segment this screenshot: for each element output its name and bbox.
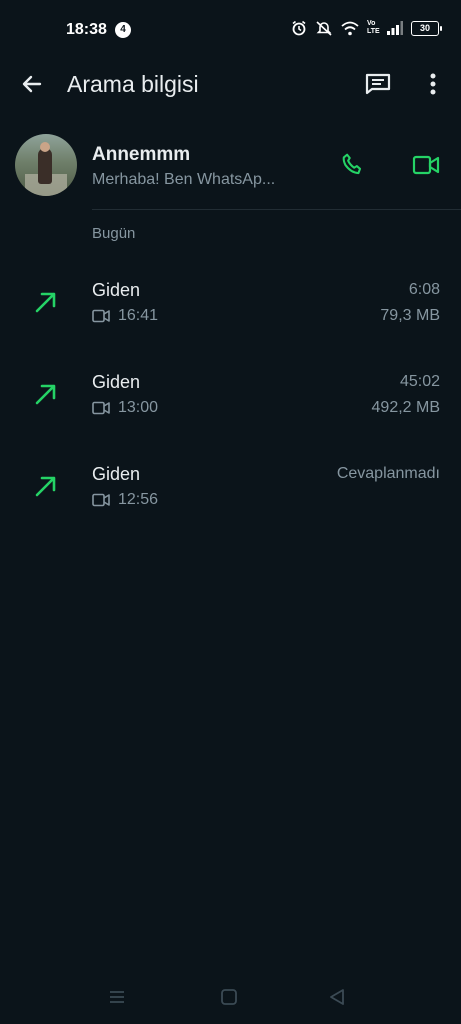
menu-icon[interactable] [106, 986, 128, 1008]
message-icon [365, 73, 391, 95]
call-status: Cevaplanmadı [336, 465, 440, 482]
battery-icon: 30 [411, 20, 442, 36]
status-bar: 18:38 4 Vo LTE 30 [0, 0, 461, 60]
mute-bell-icon [316, 21, 332, 36]
call-data-size: 492,2 MB [371, 399, 440, 416]
home-icon[interactable] [218, 986, 240, 1008]
signal-icon [387, 21, 403, 35]
wifi-icon [341, 21, 359, 35]
call-meta: 13:00 [92, 399, 158, 417]
status-time: 18:38 [66, 21, 107, 38]
call-time: 16:41 [118, 307, 159, 324]
outgoing-arrow-icon [35, 476, 56, 497]
outgoing-arrow-icon [35, 384, 56, 405]
video-small-icon [92, 493, 110, 507]
notification-count-badge: 4 [115, 22, 131, 38]
call-direction: Giden [92, 464, 141, 484]
call-time: 12:56 [118, 491, 159, 508]
phone-icon [342, 153, 362, 175]
more-vert-icon [430, 73, 436, 95]
back-button[interactable] [16, 68, 48, 100]
video-camera-icon [412, 155, 440, 175]
page-title: Arama bilgisi [67, 71, 199, 97]
contact-status: Merhaba! Ben WhatsAp... [92, 171, 276, 188]
section-label-today: Bugün [92, 225, 136, 242]
message-button[interactable] [360, 68, 396, 100]
call-duration: 45:02 [399, 373, 440, 390]
video-small-icon [92, 401, 110, 415]
contact-header[interactable]: Annemmm Merhaba! Ben WhatsAp... [0, 128, 461, 200]
call-data-size: 79,3 MB [380, 307, 440, 324]
call-row[interactable]: Giden 13:00 45:02 492,2 MB [0, 364, 461, 434]
call-time: 13:00 [118, 399, 159, 416]
alarm-icon [292, 20, 306, 36]
call-duration: 6:08 [408, 281, 440, 298]
system-nav-bar [0, 972, 461, 1024]
call-direction: Giden [92, 372, 141, 392]
call-row[interactable]: Giden 16:41 6:08 79,3 MB [0, 272, 461, 342]
contact-name: Annemmm [92, 144, 191, 165]
volte-indicator: Vo LTE [367, 20, 380, 35]
divider [92, 209, 461, 210]
call-meta: 16:41 [92, 307, 158, 325]
outgoing-arrow-icon [35, 292, 56, 313]
call-meta: 12:56 [92, 491, 158, 509]
back-arrow-icon [22, 75, 42, 93]
video-call-button[interactable] [408, 148, 444, 182]
app-bar: Arama bilgisi [0, 56, 461, 112]
back-triangle-icon[interactable] [326, 986, 348, 1008]
more-options-button[interactable] [418, 68, 448, 100]
video-small-icon [92, 309, 110, 323]
call-row[interactable]: Giden 12:56 Cevaplanmadı [0, 456, 461, 526]
status-icons: Vo LTE 30 [291, 20, 442, 36]
call-direction: Giden [92, 280, 141, 300]
avatar[interactable] [15, 134, 77, 196]
voice-call-button[interactable] [336, 148, 370, 182]
